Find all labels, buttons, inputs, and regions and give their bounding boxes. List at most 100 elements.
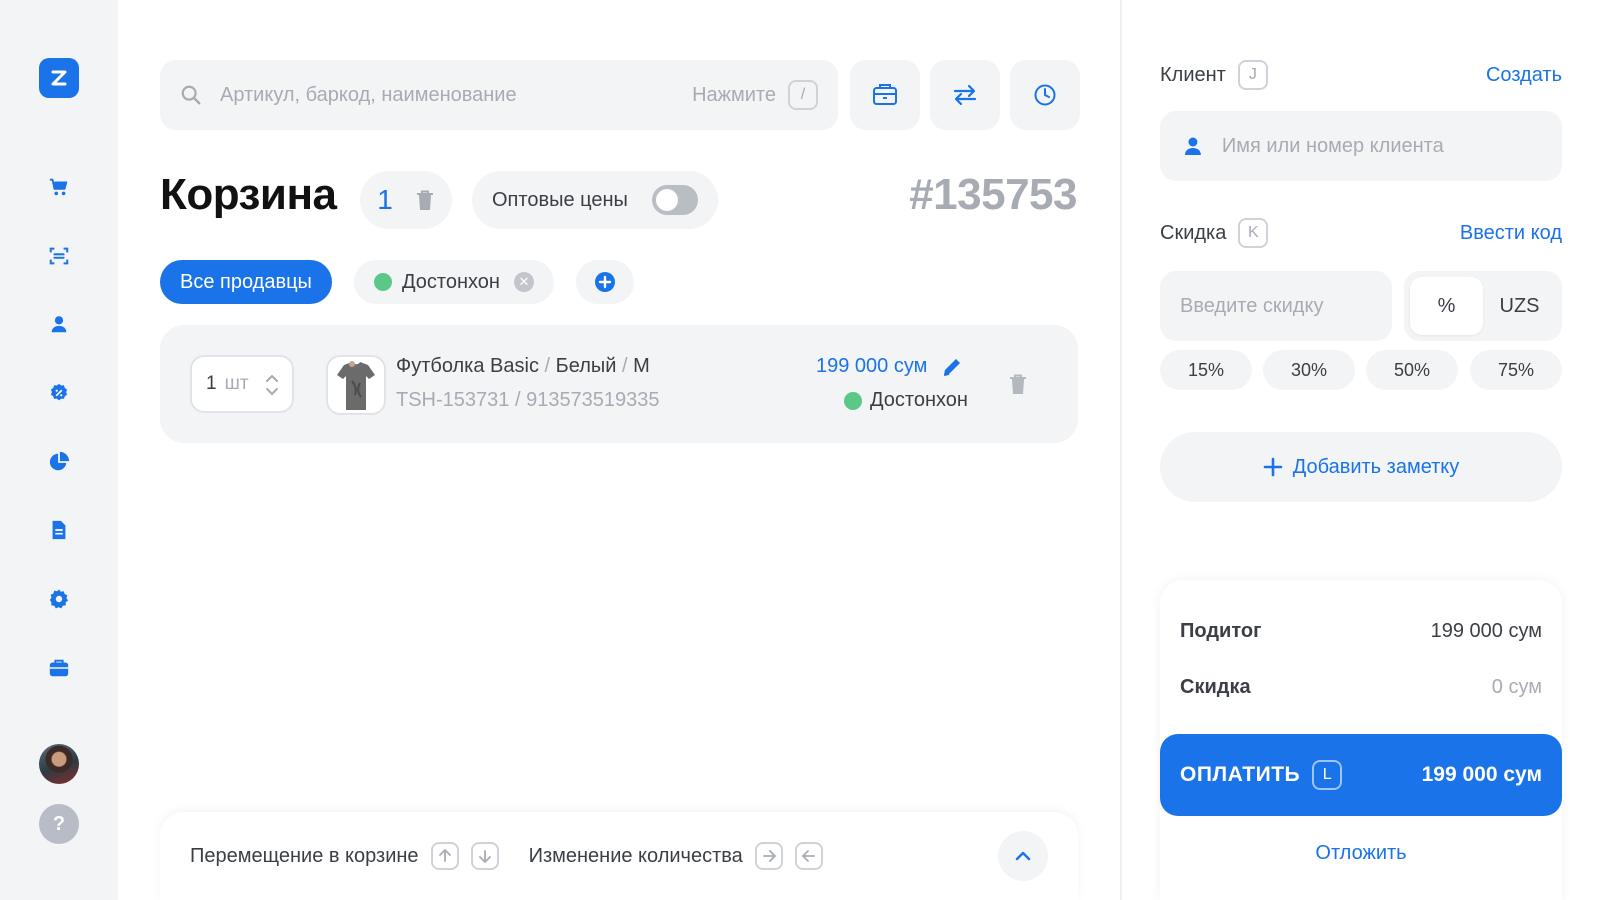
separator: / (544, 355, 551, 377)
avatar[interactable] (39, 744, 79, 784)
product-seller-name: Достонхон (870, 389, 968, 411)
discount-section-label: Скидка K (1160, 218, 1269, 248)
discount-shortcut-key: K (1238, 218, 1269, 248)
sidebar-item-clients[interactable] (46, 311, 72, 337)
arrow-right-key-icon (754, 842, 783, 870)
clock-icon (1034, 84, 1056, 106)
sidebar-item-settings[interactable] (46, 586, 72, 612)
product-thumbnail (326, 355, 386, 415)
create-client-link[interactable]: Создать (1486, 64, 1562, 87)
client-search-field[interactable] (1160, 111, 1562, 181)
discount-row: Скидка 0 сум (1180, 676, 1542, 699)
summary-discount-label: Скидка (1180, 676, 1251, 698)
product-size: M (633, 355, 650, 377)
sidebar: ? (0, 0, 118, 900)
pie-chart-icon (49, 451, 70, 471)
wholesale-switch[interactable] (652, 185, 698, 215)
sidebar-item-scanner[interactable] (46, 243, 72, 269)
filter-seller-label: Достонхон (402, 270, 500, 293)
stepper-arrows-icon[interactable] (264, 371, 280, 399)
move-hint-label: Перемещение в корзине (190, 844, 419, 867)
product-price: 199 000 сум (816, 355, 963, 378)
pay-button[interactable]: ОПЛАТИТЬ L 199 000 сум (1160, 734, 1562, 816)
preset-30[interactable]: 30% (1263, 350, 1355, 390)
exchange-button[interactable] (930, 60, 1000, 130)
search-hint: Нажмите / (692, 80, 818, 110)
unit-percent-option[interactable]: % (1410, 277, 1483, 335)
filter-seller-chip[interactable]: Достонхон ✕ (354, 260, 554, 304)
catalog-button[interactable] (850, 60, 920, 130)
discount-input[interactable] (1180, 294, 1370, 318)
subtotal-value: 199 000 сум (1430, 620, 1542, 642)
client-input[interactable] (1221, 134, 1540, 158)
enter-code-link[interactable]: Ввести код (1460, 222, 1562, 245)
sidebar-item-discounts[interactable] (46, 380, 72, 406)
pay-amount: 199 000 сум (1421, 763, 1542, 786)
summary-discount-value: 0 сум (1491, 676, 1542, 698)
edit-pencil-icon[interactable] (941, 356, 963, 378)
remove-filter-icon[interactable]: ✕ (513, 272, 534, 292)
gear-icon (49, 589, 69, 609)
subtotal-row: Подитог 199 000 сум (1180, 620, 1542, 643)
add-note-label: Добавить заметку (1292, 455, 1460, 478)
wholesale-toggle[interactable]: Оптовые цены (472, 171, 718, 229)
app-logo[interactable] (39, 58, 79, 98)
preset-50[interactable]: 50% (1366, 350, 1458, 390)
subtotal-label: Подитог (1180, 620, 1262, 642)
discount-unit-switch[interactable]: % UZS (1404, 271, 1562, 341)
client-section-label: Клиент J (1160, 60, 1268, 90)
product-color: Белый (555, 355, 617, 377)
logo-z-icon (51, 70, 67, 86)
product-name: Футболка Basic / Белый / M (396, 355, 650, 378)
preset-75[interactable]: 75% (1470, 350, 1562, 390)
client-shortcut-key: J (1237, 60, 1268, 90)
plus-icon (1263, 457, 1283, 477)
sidebar-item-documents[interactable] (46, 517, 72, 543)
order-number: #135753 (909, 170, 1077, 219)
clear-cart-trash-icon[interactable] (415, 189, 435, 211)
discount-badge-icon (50, 383, 68, 401)
document-icon (52, 520, 66, 540)
search-icon (181, 85, 201, 105)
pay-label: ОПЛАТИТЬ (1180, 763, 1301, 786)
seller-status-dot (374, 273, 392, 291)
arrow-down-key-icon (470, 842, 499, 870)
product-sku: TSH-153731 / 913573519335 (396, 389, 660, 411)
chevron-up-icon (1015, 851, 1031, 861)
panel-divider (1120, 0, 1122, 900)
cart-icon (49, 178, 68, 196)
filter-all-sellers[interactable]: Все продавцы (160, 260, 332, 304)
preset-15[interactable]: 15% (1160, 350, 1252, 390)
quantity-stepper[interactable]: 1 шт (190, 355, 294, 413)
scanner-icon (49, 247, 69, 265)
quantity-unit: шт (224, 373, 249, 394)
postpone-button[interactable]: Отложить (1160, 842, 1562, 865)
qty-hint-label: Изменение количества (528, 844, 743, 867)
user-icon (51, 316, 67, 333)
search-hint-text: Нажмите (692, 83, 776, 106)
swap-arrows-icon (953, 84, 977, 106)
page-title: Корзина (160, 170, 337, 219)
tshirt-image (337, 361, 375, 410)
sidebar-item-reports[interactable] (46, 449, 72, 475)
collapse-hints-button[interactable] (998, 831, 1048, 881)
add-note-button[interactable]: Добавить заметку (1160, 432, 1562, 502)
user-icon (1184, 137, 1201, 155)
help-icon[interactable]: ? (39, 804, 79, 844)
sidebar-item-business[interactable] (46, 655, 72, 681)
search-hint-key: / (788, 80, 818, 110)
search-input[interactable] (220, 83, 660, 107)
discount-field[interactable] (1160, 271, 1392, 341)
discount-label: Скидка (1160, 221, 1227, 244)
history-button[interactable] (1010, 60, 1080, 130)
search-bar[interactable]: Нажмите / (160, 60, 838, 130)
seller-status-dot (844, 391, 862, 410)
add-seller-filter-button[interactable] (576, 260, 634, 304)
arrow-up-key-icon (430, 842, 459, 870)
sidebar-item-cart[interactable] (46, 174, 72, 200)
arrow-left-key-icon (794, 842, 823, 870)
wholesale-label: Оптовые цены (492, 188, 628, 211)
unit-currency-option[interactable]: UZS (1483, 277, 1556, 335)
remove-item-trash-icon[interactable] (1008, 373, 1028, 395)
product-seller: Достонхон (844, 389, 968, 412)
